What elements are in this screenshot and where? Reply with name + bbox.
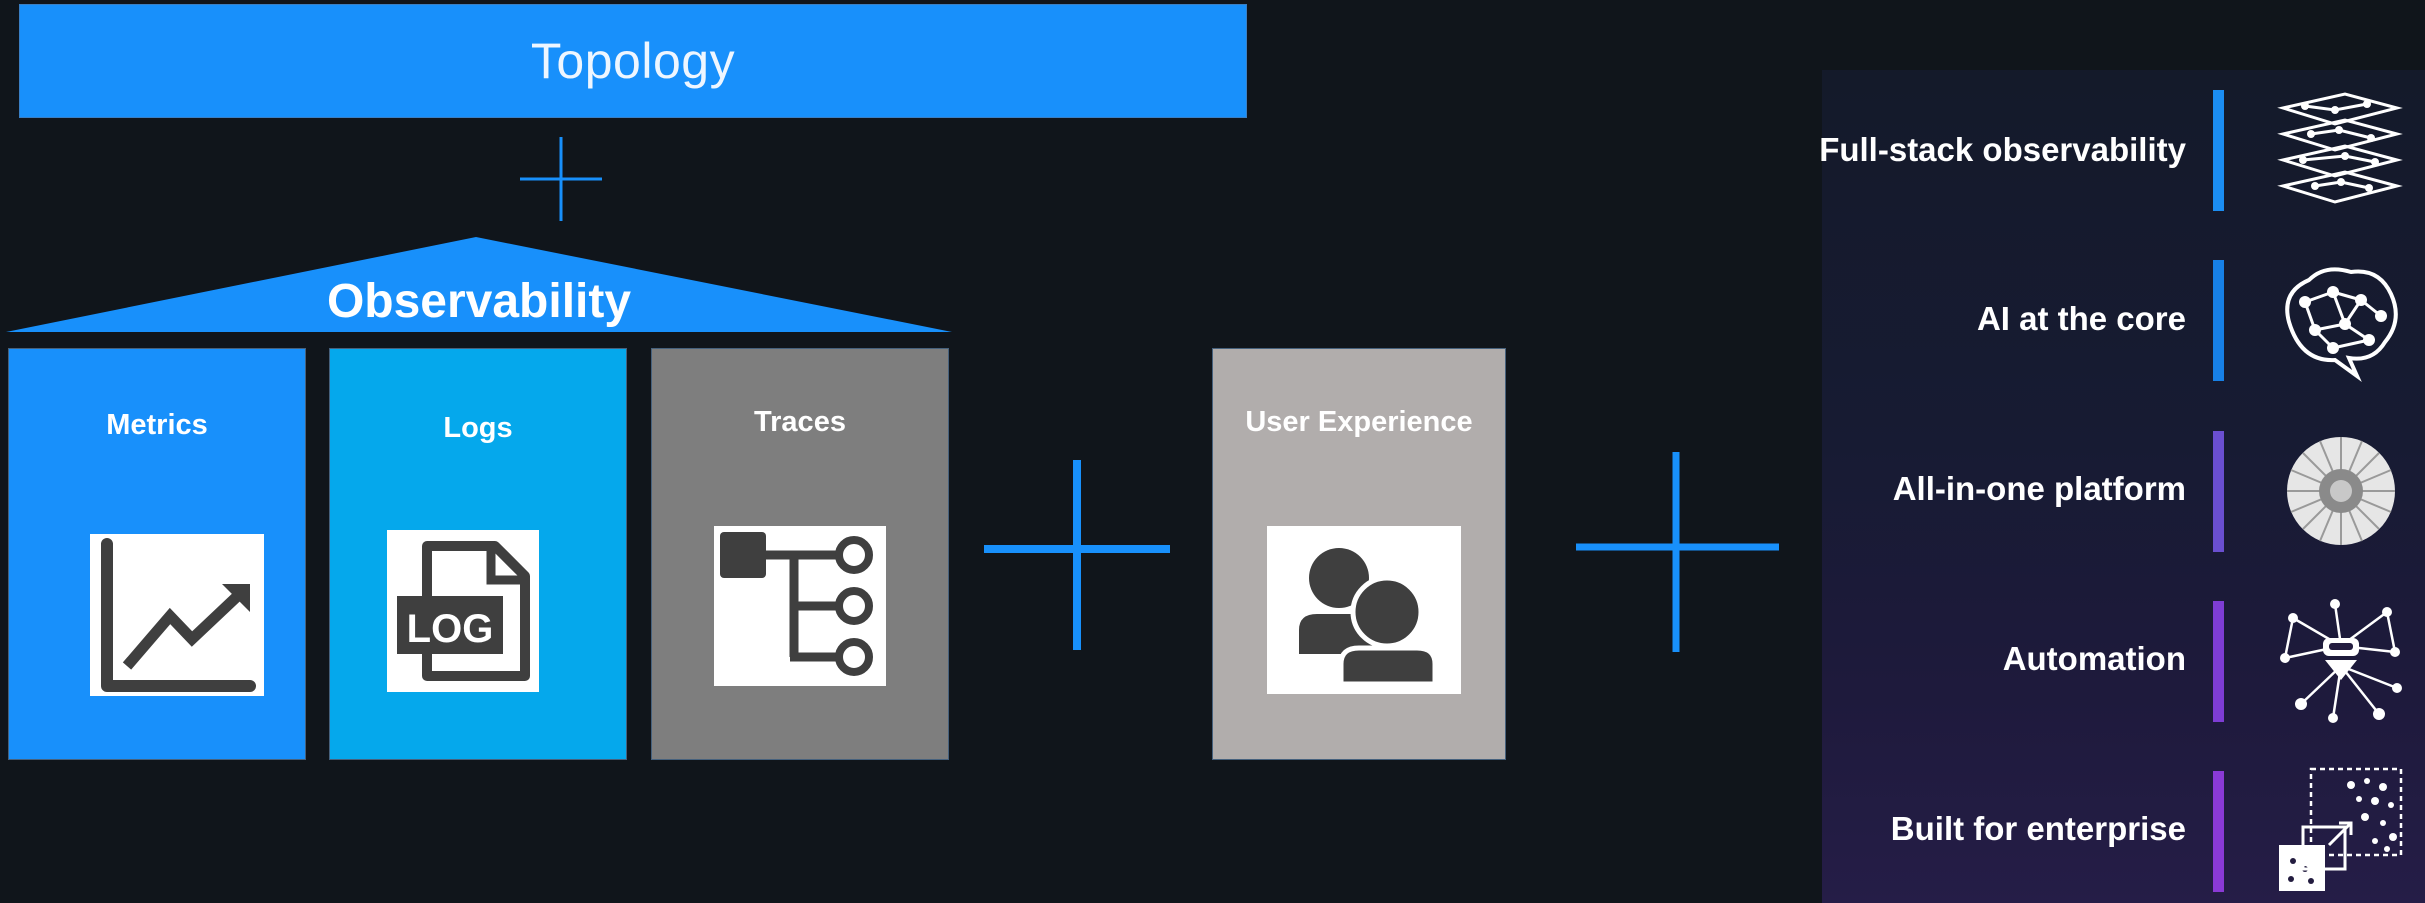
enterprise-scale-icon <box>2279 767 2403 891</box>
log-icon-text: LOG <box>407 607 494 651</box>
plus-icon <box>520 137 602 221</box>
layers-network-icon <box>2277 92 2403 204</box>
log-file-icon: LOG <box>387 530 539 692</box>
feature-label-all-in-one-platform: All-in-one platform <box>1892 470 2186 507</box>
automation-network-icon <box>2280 599 2402 723</box>
feature-divider <box>2213 431 2224 552</box>
observability-title: Observability <box>326 275 632 328</box>
feature-divider <box>2213 771 2224 892</box>
user-experience-label: User Experience <box>1245 406 1473 438</box>
line-chart-icon <box>90 534 264 696</box>
logs-label: Logs <box>443 412 513 444</box>
traces-pillar: Traces <box>651 348 949 760</box>
feature-label-built-for-enterprise: Built for enterprise <box>1890 810 2186 847</box>
topology-banner: Topology <box>19 4 1247 118</box>
metrics-pillar: Metrics <box>8 348 306 760</box>
feature-label-full-stack-observability: Full-stack observability <box>1819 131 2186 168</box>
feature-label-automation: Automation <box>2002 640 2186 677</box>
users-icon <box>1267 526 1461 694</box>
feature-divider <box>2213 90 2224 211</box>
logs-pillar: Logs LOG <box>329 348 627 760</box>
feature-label-ai-at-the-core: AI at the core <box>1976 300 2186 337</box>
feature-divider <box>2213 601 2224 722</box>
brain-icon <box>2285 267 2398 383</box>
topology-label: Topology <box>530 33 736 89</box>
platform-disc-icon <box>2287 437 2395 545</box>
traces-label: Traces <box>754 406 846 438</box>
trace-tree-icon <box>714 526 886 686</box>
feature-divider <box>2213 260 2224 381</box>
user-experience-pillar: User Experience <box>1212 348 1506 760</box>
metrics-label: Metrics <box>106 409 208 441</box>
plus-icon <box>1576 452 1779 652</box>
plus-icon <box>984 460 1170 650</box>
